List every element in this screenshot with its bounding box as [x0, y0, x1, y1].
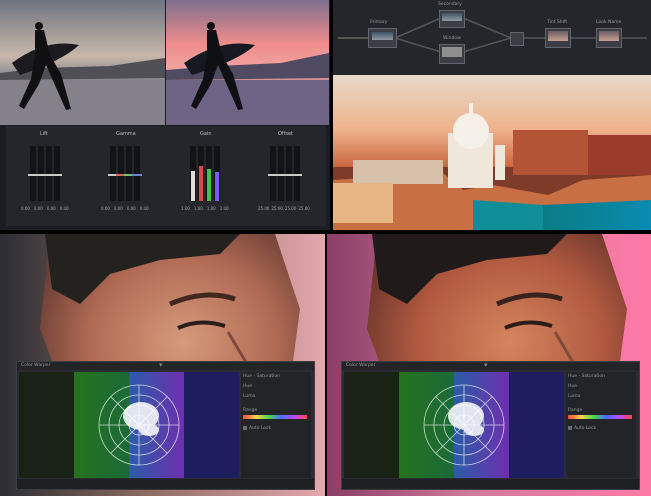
warper-range-bar[interactable]: [243, 415, 307, 419]
wheel-gamma-g[interactable]: 0.00: [127, 206, 136, 211]
warper-auto-toggle[interactable]: [243, 426, 247, 430]
wheel-gamma-label: Gamma: [116, 131, 136, 137]
wheel-gamma-r[interactable]: 0.00: [114, 206, 123, 211]
wheel-gamma-b[interactable]: 0.00: [140, 206, 149, 211]
wheel-gain-y[interactable]: 1.00: [181, 206, 190, 211]
node-editor-panel: Primary Secondary Window Tint Shift Look…: [333, 0, 651, 230]
warper-row-luma-right: Luma: [568, 394, 581, 399]
warper-row-hue-right: Hue: [568, 384, 578, 389]
color-warper-dropdown-icon-right[interactable]: ▾: [484, 361, 488, 369]
wheel-offset-g[interactable]: 25.00: [285, 206, 296, 211]
wheel-offset-label: Offset: [278, 131, 294, 137]
wheel-gain: Gain 1.00 1.00 1.00 1.00: [176, 131, 241, 221]
warper-side-panel: Hue - Saturation Hue Luma Range Auto Loc…: [241, 372, 311, 478]
wheel-lift-b[interactable]: 0.00: [60, 206, 69, 211]
wheel-gain-bars[interactable]: [176, 141, 241, 211]
warper-side-title-right: Hue - Saturation: [568, 374, 605, 379]
warper-bottom-bar: [17, 479, 314, 489]
node-1-label: Primary: [370, 20, 388, 25]
warper-wheel[interactable]: [79, 372, 199, 482]
node-5[interactable]: [596, 28, 622, 48]
node-5-label: Look Name: [596, 20, 622, 25]
surf-before-image: [0, 0, 165, 125]
surf-after-image: [166, 0, 329, 125]
wheel-lift-bars[interactable]: [16, 141, 81, 211]
warper-wheel-right[interactable]: [404, 372, 524, 482]
wheel-gamma-y[interactable]: 0.00: [101, 206, 110, 211]
wheel-offset-bars[interactable]: [256, 141, 321, 211]
color-warper-dropdown-icon[interactable]: ▾: [159, 361, 163, 369]
color-warper-window: Color Warper ▾ Hue - Saturation Hue Luma…: [16, 361, 315, 490]
node-mixer[interactable]: [510, 32, 524, 46]
wheel-gain-b[interactable]: 1.00: [220, 206, 229, 211]
warper-auto-label: Auto Lock: [249, 426, 272, 431]
primaries-panel: Lift 0.00 0.00 0.00 0.00 Gamma 0.00 0.00: [0, 0, 330, 230]
wheel-lift-g[interactable]: 0.00: [47, 206, 56, 211]
node-3-label: Window: [443, 36, 461, 41]
wheel-lift-y[interactable]: 0.00: [21, 206, 30, 211]
warper-side-title: Hue - Saturation: [243, 374, 280, 379]
warper-auto-label-right: Auto Lock: [574, 426, 597, 431]
color-warper-left-panel: Color Warper ▾ Hue - Saturation Hue Luma…: [0, 234, 325, 496]
node-4[interactable]: [545, 28, 571, 48]
wheel-lift: Lift 0.00 0.00 0.00 0.00: [16, 131, 81, 221]
warper-bottom-bar-right: [342, 479, 639, 489]
warper-row-hue: Hue: [243, 384, 253, 389]
wheel-gain-r[interactable]: 1.00: [194, 206, 203, 211]
node-2[interactable]: [439, 10, 465, 28]
wheel-gamma: Gamma 0.00 0.00 0.00 0.00: [96, 131, 161, 221]
node-4-label: Tint Shift: [547, 20, 568, 25]
wheel-lift-r[interactable]: 0.00: [34, 206, 43, 211]
node-graph: Primary Secondary Window Tint Shift Look…: [333, 0, 651, 75]
warper-auto-toggle-right[interactable]: [568, 426, 572, 430]
warper-range-label: Range: [243, 408, 258, 413]
node-1[interactable]: [368, 28, 397, 48]
color-warper-right-panel: Color Warper ▾ Hue - Saturation Hue Luma…: [327, 234, 651, 496]
warper-side-panel-right: Hue - Saturation Hue Luma Range Auto Loc…: [566, 372, 636, 478]
color-wheels: Lift 0.00 0.00 0.00 0.00 Gamma 0.00 0.00: [6, 126, 326, 226]
color-warper-window-right: Color Warper ▾ Hue - Saturation Hue Luma…: [341, 361, 640, 490]
warper-range-bar-right[interactable]: [568, 415, 632, 419]
wheel-offset-y[interactable]: 25.00: [258, 206, 269, 211]
wheel-offset-r[interactable]: 25.00: [271, 206, 282, 211]
wheel-gamma-bars[interactable]: [96, 141, 161, 211]
warper-range-label-right: Range: [568, 408, 583, 413]
node-3[interactable]: [439, 44, 465, 64]
color-warper-title-right: Color Warper: [346, 363, 376, 368]
wheel-gain-g[interactable]: 1.00: [207, 206, 216, 211]
color-warper-title: Color Warper: [21, 363, 51, 368]
node-2-label: Secondary: [438, 2, 462, 7]
wheel-offset-b[interactable]: 25.00: [298, 206, 309, 211]
venice-image: [333, 75, 651, 230]
wheel-gain-label: Gain: [200, 131, 212, 137]
wheel-lift-label: Lift: [40, 131, 48, 137]
wheel-offset: Offset 25.00 25.00 25.00 25.00: [256, 131, 321, 221]
warper-row-luma: Luma: [243, 394, 256, 399]
